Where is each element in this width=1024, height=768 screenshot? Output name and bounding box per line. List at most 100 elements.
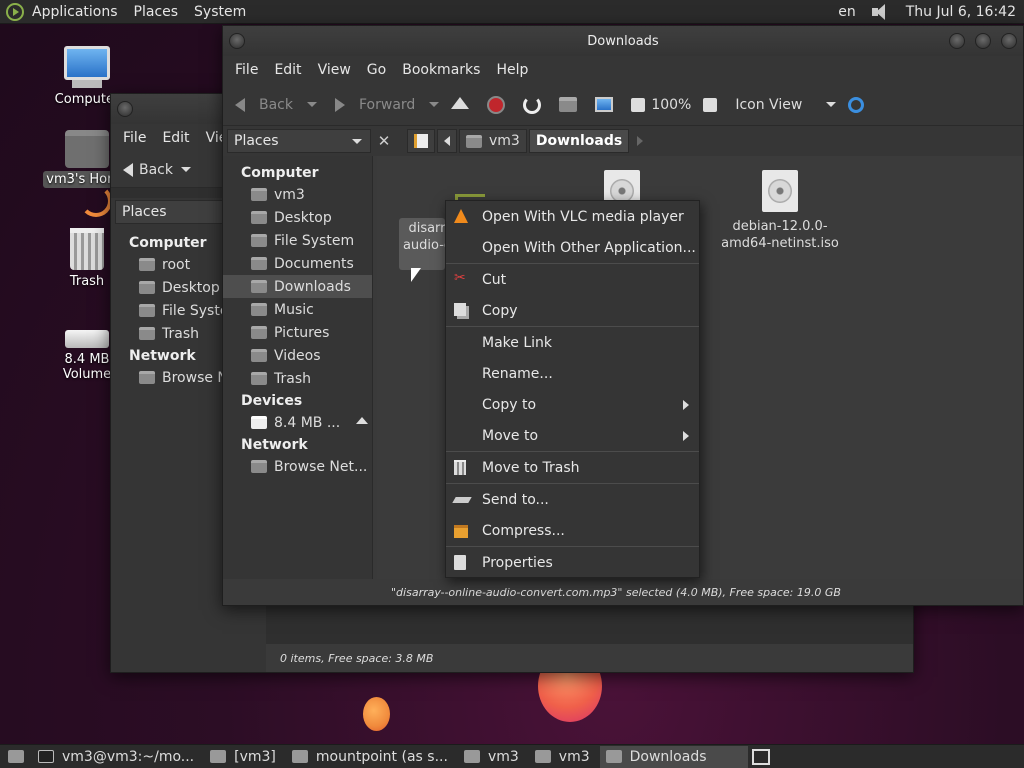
sidebar-item-videos[interactable]: Videos — [223, 344, 372, 367]
vlc-icon — [454, 209, 468, 223]
trash-icon — [454, 460, 466, 475]
menu-item-cut[interactable]: ✂ Cut — [446, 264, 699, 295]
forward-label: Forward — [359, 96, 416, 113]
window-menu-button[interactable] — [117, 101, 133, 117]
breadcrumb-vm3[interactable]: vm3 — [459, 129, 527, 153]
sidebar-item-label: Videos — [274, 347, 321, 364]
close-sidebar-icon[interactable]: ✕ — [373, 130, 395, 152]
sidebar-item-pictures[interactable]: Pictures — [223, 321, 372, 344]
applications-menu[interactable]: Applications — [24, 4, 126, 20]
sidebar-item-browse-network[interactable]: Browse Net... — [223, 455, 372, 478]
reload-button[interactable] — [517, 95, 553, 114]
menu-go[interactable]: Go — [359, 62, 394, 78]
sidebar-item-label: Pictures — [274, 324, 330, 341]
window-menu-button[interactable] — [229, 33, 245, 49]
clock[interactable]: Thu Jul 6, 16:42 — [898, 4, 1024, 20]
places-combo[interactable]: Places — [227, 129, 371, 153]
sidebar-item-volume[interactable]: 8.4 MB ... — [223, 411, 372, 434]
sidebar-item-label: Desktop — [162, 279, 220, 296]
menu-item-make-link[interactable]: Make Link — [446, 327, 699, 358]
chevron-down-icon[interactable] — [307, 102, 317, 107]
back-button[interactable]: Back — [229, 97, 323, 113]
menu-item-send-to[interactable]: Send to... — [446, 484, 699, 515]
menu-item-label: Open With Other Application... — [482, 239, 696, 256]
folder-icon — [210, 750, 227, 763]
search-icon — [848, 96, 865, 113]
zoom-out-button[interactable]: 100% — [625, 97, 697, 113]
menu-file[interactable]: File — [115, 130, 154, 146]
menu-edit[interactable]: Edit — [266, 62, 309, 78]
back-button[interactable]: Back — [117, 162, 197, 178]
sidebar-item-music[interactable]: Music — [223, 298, 372, 321]
menu-bookmarks[interactable]: Bookmarks — [394, 62, 488, 78]
close-button[interactable] — [1001, 33, 1017, 49]
menu-item-label: Cut — [482, 271, 507, 288]
forward-button[interactable]: Forward — [329, 97, 445, 113]
menu-view[interactable]: View — [310, 62, 359, 78]
sidebar-item-desktop[interactable]: Desktop — [223, 206, 372, 229]
toggle-location-button[interactable] — [407, 129, 435, 153]
volume-icon[interactable] — [871, 3, 890, 20]
task-downloads[interactable]: Downloads — [599, 745, 748, 768]
breadcrumb: vm3 Downloads — [407, 129, 651, 153]
sidebar-item-label: Browse Net... — [274, 458, 368, 475]
computer-button[interactable] — [589, 97, 625, 112]
stop-button[interactable] — [481, 95, 517, 114]
workspace-switcher[interactable] — [748, 746, 774, 768]
sidebar-item-downloads[interactable]: Downloads — [223, 275, 372, 298]
chevron-right-icon — [637, 136, 644, 146]
chevron-down-icon[interactable] — [181, 167, 191, 172]
task-terminal[interactable]: vm3@vm3:~/mo... — [32, 746, 204, 768]
chevron-down-icon[interactable] — [429, 102, 440, 107]
show-desktop-button[interactable] — [0, 746, 32, 768]
file-item-debian-iso[interactable]: debian-12.0.0- amd64-netinst.iso — [720, 170, 840, 252]
menu-item-move-to-trash[interactable]: Move to Trash — [446, 452, 699, 483]
chevron-right-icon — [683, 400, 689, 410]
menu-item-open-with-other[interactable]: Open With Other Application... — [446, 232, 699, 263]
menu-item-label: Copy — [482, 302, 518, 319]
window-titlebar[interactable]: Downloads — [223, 26, 1023, 56]
breadcrumb-right-button[interactable] — [631, 129, 649, 153]
menu-help[interactable]: Help — [488, 62, 536, 78]
eject-icon[interactable] — [356, 417, 369, 424]
system-menu[interactable]: System — [186, 4, 254, 20]
menu-item-move-to[interactable]: Move to — [446, 420, 699, 451]
search-button[interactable] — [842, 96, 876, 113]
zoom-in-button[interactable] — [697, 97, 729, 112]
menu-item-compress[interactable]: Compress... — [446, 515, 699, 546]
location-bar: Places ✕ vm3 Downloads — [223, 126, 1023, 156]
scissors-icon: ✂ — [454, 270, 466, 286]
keyboard-layout-indicator[interactable]: en — [830, 4, 864, 20]
breadcrumb-downloads[interactable]: Downloads — [528, 129, 630, 153]
menu-file[interactable]: File — [227, 62, 266, 78]
task-mountpoint[interactable]: mountpoint (as s... — [286, 746, 458, 768]
menu-item-rename[interactable]: Rename... — [446, 358, 699, 389]
desktop-icon — [8, 750, 24, 763]
menu-item-properties[interactable]: Properties — [446, 547, 699, 578]
sidebar-item-label: Trash — [162, 325, 199, 342]
sidebar-item-file-system[interactable]: File System — [223, 229, 372, 252]
menu-item-open-with-vlc[interactable]: Open With VLC media player — [446, 201, 699, 232]
task-vm3-b[interactable]: vm3 — [529, 746, 600, 768]
breadcrumb-label: Downloads — [535, 133, 623, 149]
minimize-button[interactable] — [949, 33, 965, 49]
home-button[interactable] — [553, 97, 589, 112]
up-button[interactable] — [445, 96, 481, 109]
menu-item-copy[interactable]: Copy — [446, 295, 699, 326]
sidebar-item-label: vm3 — [274, 186, 305, 203]
sidebar-item-vm3[interactable]: vm3 — [223, 183, 372, 206]
menu-item-copy-to[interactable]: Copy to — [446, 389, 699, 420]
menu-bar: File Edit View Go Bookmarks Help — [223, 56, 1023, 84]
sidebar-item-documents[interactable]: Documents — [223, 252, 372, 275]
sidebar-item-trash[interactable]: Trash — [223, 367, 372, 390]
view-mode-select[interactable]: Icon View — [729, 97, 842, 113]
places-menu[interactable]: Places — [126, 4, 187, 20]
breadcrumb-left-button[interactable] — [437, 129, 457, 153]
menu-logo-icon[interactable] — [6, 2, 24, 21]
task-vm3-a[interactable]: vm3 — [458, 746, 529, 768]
menu-edit[interactable]: Edit — [154, 130, 197, 146]
maximize-button[interactable] — [975, 33, 991, 49]
home-folder-icon — [139, 258, 155, 271]
drive-icon — [251, 416, 267, 429]
task-vm3-bracket[interactable]: [vm3] — [204, 746, 286, 768]
